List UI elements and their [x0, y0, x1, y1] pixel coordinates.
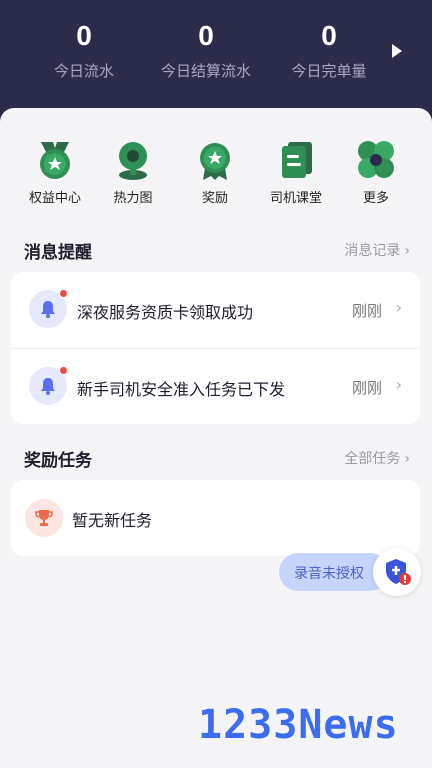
quick-action-label: 奖励 [201, 191, 228, 206]
bell-icon [29, 366, 68, 405]
quick-actions: 权益中心 热力图 奖励 司机课堂 更多 [0, 138, 432, 208]
medal-icon [200, 143, 230, 180]
message-time: 刚刚 [351, 379, 382, 397]
all-tasks-label: 全部任务 [344, 451, 401, 467]
quick-action-label: 司机课堂 [269, 191, 322, 206]
more-grid-icon [358, 141, 394, 178]
stat-value: 0 [76, 20, 92, 51]
shield-alert-icon [386, 559, 411, 585]
message-item[interactable]: 深夜服务资质卡领取成功 刚刚 › [11, 272, 420, 348]
message-text: 深夜服务资质卡领取成功 [77, 303, 254, 322]
quick-action-label: 热力图 [113, 191, 153, 206]
tasks-card: 暂无新任务 [11, 480, 420, 556]
stat-today-revenue[interactable]: 0 今日流水 [19, 18, 149, 81]
quick-action-label: 权益中心 [28, 191, 81, 206]
tasks-title: 奖励任务 [24, 451, 92, 471]
quick-action-label: 更多 [362, 191, 389, 206]
unread-dot [59, 366, 68, 375]
course-book-icon [282, 142, 312, 178]
unread-dot [59, 289, 68, 298]
rights-badge-icon [40, 142, 70, 179]
stat-label: 今日流水 [53, 62, 114, 80]
stat-label: 今日完单量 [291, 62, 367, 80]
chevron-right-icon: › [395, 375, 402, 394]
quick-action-more[interactable]: 更多 [341, 138, 411, 206]
quick-action-heatmap[interactable]: 热力图 [98, 138, 168, 206]
stat-label: 今日结算流水 [160, 62, 251, 80]
messages-history-link[interactable]: 消息记录 › [344, 240, 410, 260]
play-arrow-icon[interactable] [392, 44, 402, 58]
bell-icon [29, 289, 68, 328]
main-sheet: 权益中心 热力图 奖励 司机课堂 更多 消息提醒 消息记录 › 深夜服务资质卡领… [0, 108, 432, 768]
messages-history-label: 消息记录 [344, 243, 401, 259]
trophy-icon [25, 499, 63, 537]
message-item[interactable]: 新手司机安全准入任务已下发 刚刚 › [11, 348, 420, 424]
quick-action-course[interactable]: 司机课堂 [261, 138, 331, 206]
quick-action-reward[interactable]: 奖励 [180, 138, 250, 206]
stat-value: 0 [198, 20, 214, 51]
messages-title: 消息提醒 [24, 243, 92, 263]
watermark-logo: 1233News [198, 702, 399, 748]
recording-permission-label: 录音未授权 [294, 566, 364, 582]
chevron-right-icon: › [404, 451, 410, 467]
stat-settled-revenue[interactable]: 0 今日结算流水 [141, 18, 271, 81]
chevron-right-icon: › [404, 243, 410, 259]
message-time: 刚刚 [351, 302, 382, 320]
all-tasks-link[interactable]: 全部任务 › [344, 448, 410, 468]
no-tasks-text: 暂无新任务 [72, 511, 153, 530]
message-text: 新手司机安全准入任务已下发 [77, 380, 286, 399]
stat-completed-orders[interactable]: 0 今日完单量 [264, 18, 394, 81]
map-pin-icon [119, 142, 147, 180]
quick-action-rights[interactable]: 权益中心 [20, 138, 90, 206]
stat-value: 0 [321, 20, 337, 51]
security-shield-button[interactable] [373, 548, 421, 596]
chevron-right-icon: › [395, 298, 402, 317]
messages-card: 深夜服务资质卡领取成功 刚刚 › 新手司机安全准入任务已下发 刚刚 › [11, 272, 420, 424]
